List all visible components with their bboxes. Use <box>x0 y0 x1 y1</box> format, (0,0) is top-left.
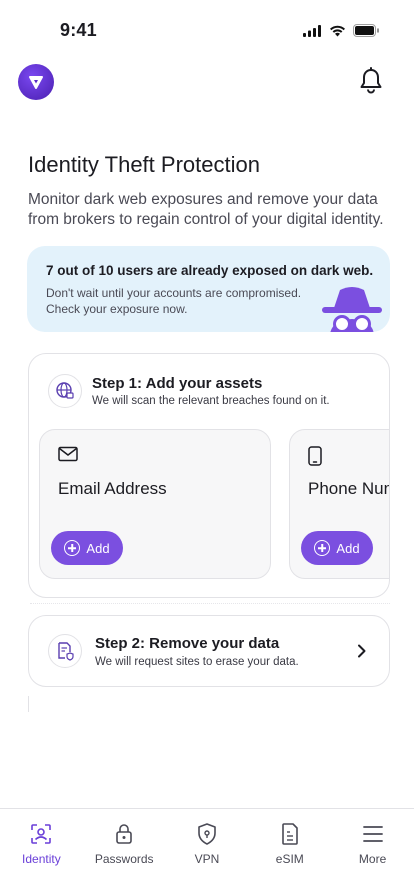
status-icons <box>303 24 380 37</box>
step2-description: We will request sites to erase your data… <box>95 656 299 668</box>
nav-item-identity[interactable]: Identity <box>0 809 83 870</box>
step1-card: Step 1: Add your assets We will scan the… <box>28 353 390 598</box>
nav-item-vpn[interactable]: VPN <box>166 809 249 870</box>
bell-icon[interactable] <box>358 67 384 95</box>
nav-item-esim[interactable]: eSIM <box>248 809 331 870</box>
plus-circle-icon <box>314 540 331 556</box>
nav-label-more: More <box>358 852 387 866</box>
nav-label-esim: eSIM <box>275 852 304 866</box>
add-phone-button[interactable]: Add <box>301 531 373 565</box>
wifi-icon <box>330 25 345 36</box>
shield-logo-icon[interactable] <box>18 64 54 100</box>
asset-card-phone[interactable]: Phone Number Add <box>289 429 389 579</box>
nav-item-more[interactable]: More <box>331 809 414 870</box>
document-shield-icon <box>48 634 82 668</box>
globe-icon <box>48 374 82 408</box>
asset-label-email: Email Address <box>58 479 167 498</box>
alert-text: Don't wait until your accounts are compr… <box>46 286 302 316</box>
nav-label-vpn: VPN <box>194 852 220 866</box>
status-time: 9:41 <box>60 20 97 40</box>
chevron-right-icon <box>358 644 366 658</box>
divider <box>28 696 29 712</box>
status-bar: 9:41 <box>0 0 414 58</box>
signal-icon <box>303 24 321 37</box>
step1-description: We will scan the relevant breaches found… <box>92 395 330 407</box>
add-button-label: Add <box>336 540 360 556</box>
spy-icon <box>322 287 382 332</box>
nav-label-identity: Identity <box>22 852 61 866</box>
sim-card-icon <box>278 822 302 846</box>
step2-title: Step 2: Remove your data <box>95 635 280 652</box>
phone-icon <box>308 446 322 466</box>
alert-title: 7 out of 10 users are already exposed on… <box>46 263 374 278</box>
step1-title: Step 1: Add your assets <box>92 375 263 392</box>
divider <box>30 603 390 609</box>
shield-lock-icon <box>195 822 219 846</box>
add-email-button[interactable]: Add <box>51 531 123 565</box>
nav-label-passwords: Passwords <box>94 852 154 866</box>
asset-card-email[interactable]: Email Address Add <box>39 429 271 579</box>
envelope-icon <box>58 446 78 462</box>
asset-label-phone: Phone Number <box>308 479 389 498</box>
page-subtitle: Monitor dark web exposures and remove yo… <box>28 191 384 228</box>
plus-circle-icon <box>64 540 81 556</box>
menu-icon <box>361 822 385 846</box>
page-title: Identity Theft Protection <box>28 152 260 177</box>
identity-icon <box>29 822 53 846</box>
lock-icon <box>112 822 136 846</box>
bottom-nav: Identity Passwords VPN eSIM More <box>0 808 414 870</box>
step2-card[interactable]: Step 2: Remove your data We will request… <box>28 615 390 687</box>
add-button-label: Add <box>86 540 110 556</box>
dark-web-alert-banner: 7 out of 10 users are already exposed on… <box>27 246 390 332</box>
app-header <box>0 62 414 104</box>
nav-item-passwords[interactable]: Passwords <box>83 809 166 870</box>
battery-icon <box>353 24 379 37</box>
